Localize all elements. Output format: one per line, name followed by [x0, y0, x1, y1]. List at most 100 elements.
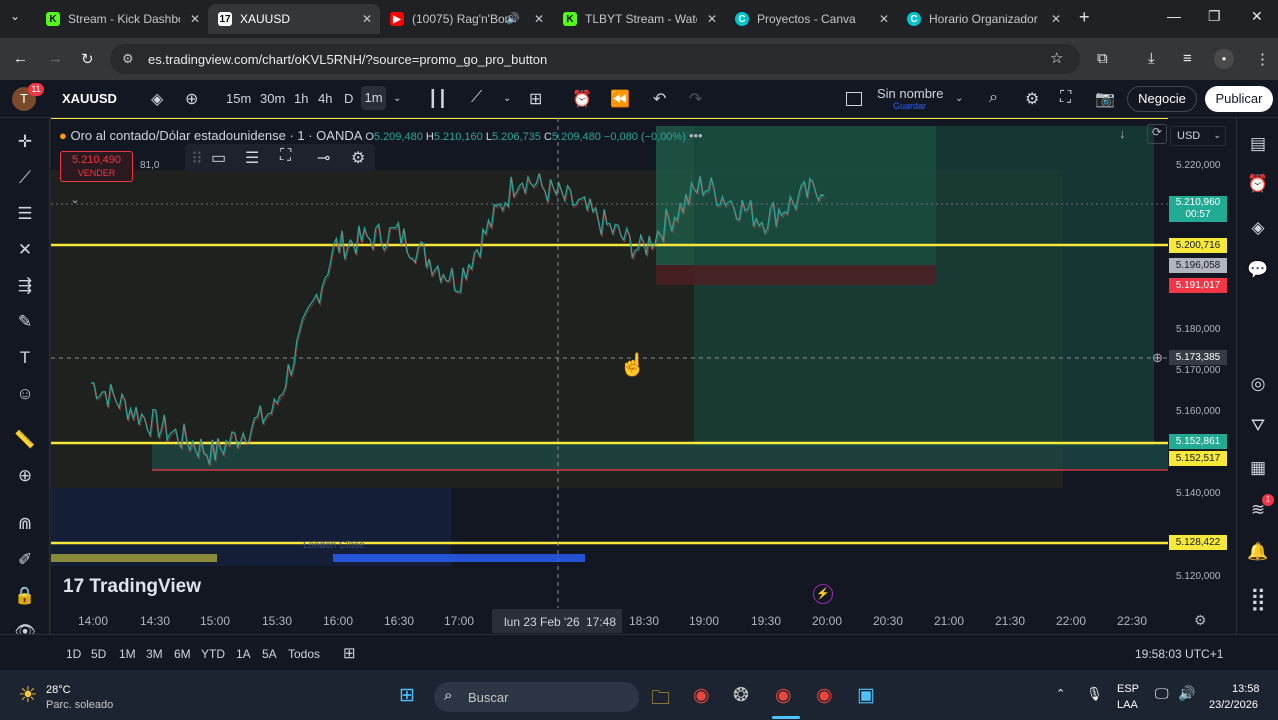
more-menu-icon[interactable]: ⋮ — [1255, 50, 1270, 68]
range-5d[interactable]: 5D — [91, 647, 106, 661]
minimize-icon[interactable]: — — [1167, 8, 1181, 24]
close-icon[interactable]: ✕ — [190, 12, 200, 26]
crosshair-icon[interactable]: ✛ — [13, 132, 37, 152]
add-symbol-icon[interactable]: ⊕ — [185, 89, 198, 109]
date-range-icon[interactable]: ⊞ — [343, 644, 356, 662]
timeframe-4h[interactable]: 4h — [318, 91, 332, 106]
comment-icon[interactable]: ▭ — [211, 148, 226, 168]
fullscreen-icon[interactable]: ⛶ — [1060, 89, 1071, 107]
chrome-profile-2-icon[interactable]: ◉ — [816, 684, 833, 707]
magnet-icon[interactable]: ⋒ — [13, 514, 37, 534]
omnibox[interactable]: ⚙ es.tradingview.com/chart/oKVL5RNH/?sou… — [110, 44, 1080, 74]
new-tab-icon[interactable]: + — [1079, 7, 1090, 28]
tray-chevron-icon[interactable]: ⌃ — [1056, 687, 1065, 700]
alerts-clock-icon[interactable]: ⏰ — [1246, 174, 1270, 194]
lock-icon[interactable]: 🔒 — [13, 586, 37, 606]
browser-tab-0[interactable]: K Stream - Kick Dashbo ✕ — [36, 4, 208, 34]
range-1a[interactable]: 1A — [236, 647, 251, 661]
settings-gear-icon[interactable]: ⚙ — [1025, 89, 1039, 109]
scroll-down-icon[interactable]: ↓ — [1119, 126, 1126, 141]
range-1m[interactable]: 1M — [119, 647, 136, 661]
close-icon[interactable]: ✕ — [707, 12, 717, 26]
publish-button[interactable]: Publicar — [1205, 86, 1273, 112]
ruler-icon[interactable]: 📏 — [13, 430, 37, 450]
timeframe-15m[interactable]: 15m — [226, 91, 251, 106]
range-6m[interactable]: 6M — [174, 647, 191, 661]
legend-title[interactable]: Oro al contado/Dólar estadounidense · 1 … — [70, 128, 361, 143]
lang-secondary[interactable]: LAA — [1117, 699, 1138, 711]
range-ytd[interactable]: YTD — [201, 647, 225, 661]
brush-icon[interactable]: ✎ — [13, 312, 37, 332]
target-icon[interactable]: ◎ — [1246, 374, 1270, 394]
list-icon[interactable]: ☰ — [245, 148, 259, 168]
fib-icon[interactable]: ☰ — [13, 204, 37, 224]
utc-clock[interactable]: 19:58:03 UTC+1 — [1135, 647, 1223, 661]
windows-start-icon[interactable]: ⊞ — [399, 684, 415, 707]
close-window-icon[interactable]: ✕ — [1251, 8, 1263, 25]
timeframe-1h[interactable]: 1h — [294, 91, 308, 106]
emoji-icon[interactable]: ☺ — [13, 384, 37, 404]
download-icon[interactable]: ⤓ — [1148, 50, 1155, 67]
layers-icon[interactable]: ◈ — [1246, 218, 1270, 238]
layout-grid-icon[interactable]: ⊞ — [529, 89, 542, 109]
pattern-icon[interactable]: ✕ — [13, 240, 37, 260]
file-explorer-icon[interactable]: 🗀 — [651, 684, 670, 716]
browser-tab-1[interactable]: 17 XAUUSD ✕ — [208, 4, 380, 34]
redo-icon[interactable]: ↷ — [689, 89, 702, 109]
notifications-bell-icon[interactable]: 🔔 — [1246, 542, 1270, 562]
close-icon[interactable]: ✕ — [1051, 12, 1061, 26]
close-icon[interactable]: ✕ — [879, 12, 889, 26]
prediction-icon[interactable]: ⇶ — [13, 276, 37, 296]
auto-scale-icon[interactable]: ⟳ — [1147, 124, 1167, 144]
restore-icon[interactable]: ❐ — [1208, 8, 1221, 25]
currency-selector[interactable]: USD ⌄ — [1170, 126, 1226, 146]
volume-icon[interactable]: 🔊 — [1178, 685, 1195, 702]
camera-icon[interactable]: 📷 — [1095, 89, 1115, 109]
calendar-icon[interactable]: ▦ — [1246, 458, 1270, 478]
browser-tab-3[interactable]: K TLBYT Stream - Watc ✕ — [553, 4, 725, 34]
symbol-search[interactable]: XAUUSD — [62, 91, 117, 106]
timeframe-30m[interactable]: 30m — [260, 91, 285, 106]
close-icon[interactable]: ✕ — [534, 12, 544, 26]
chrome-profile-icon[interactable]: ◉ — [775, 684, 792, 707]
taskbar-search[interactable]: ⌕ Buscar — [434, 682, 639, 712]
range-all[interactable]: Todos — [288, 647, 320, 661]
layout-checkbox-icon[interactable] — [846, 92, 862, 106]
range-5a[interactable]: 5A — [262, 647, 277, 661]
frame-icon[interactable]: ⛶ — [280, 147, 291, 165]
collapse-legend-icon[interactable]: ⌄ — [65, 193, 85, 209]
weather-desc[interactable]: Parc. soleado — [46, 699, 113, 711]
sell-button[interactable]: 5.210,490 VENDER — [60, 151, 133, 182]
timeframe-1m-active[interactable]: 1m — [361, 86, 386, 110]
browser-tab-2[interactable]: ▶ (10075) Rag'n'Bon 🔊 ✕ — [380, 4, 552, 34]
ideas-icon[interactable]: ⛛ — [1246, 416, 1270, 436]
microphone-icon[interactable]: 🎙 — [1086, 686, 1103, 702]
close-icon[interactable]: ✕ — [362, 12, 372, 26]
chrome-icon[interactable]: ◉ — [693, 684, 710, 707]
network-icon[interactable]: 🖵 — [1155, 685, 1169, 702]
app-icon[interactable]: ❂ — [733, 684, 749, 707]
drag-handle-icon[interactable]: ⠿ — [191, 149, 203, 169]
timeframe-d[interactable]: D — [344, 91, 353, 106]
range-1d[interactable]: 1D — [66, 647, 81, 661]
candles-icon[interactable]: ┃┃ — [428, 89, 447, 109]
text-icon[interactable]: T — [13, 348, 37, 368]
browser-tab-4[interactable]: C Proyectos - Canva ✕ — [725, 4, 897, 34]
reload-icon[interactable]: ↻ — [81, 50, 94, 68]
undo-icon[interactable]: ↶ — [653, 89, 666, 109]
search-icon[interactable]: ⌕ — [989, 89, 998, 107]
more-dots-icon[interactable]: ••• — [689, 128, 703, 143]
weather-temp[interactable]: 28°C — [46, 684, 71, 696]
alert-icon[interactable]: ⏰ — [572, 89, 592, 109]
add-alert-plus-icon[interactable]: ⊕ — [1152, 350, 1163, 366]
indicators-icon[interactable]: ⟋ — [471, 89, 482, 107]
profile-avatar[interactable]: ● — [1214, 49, 1234, 69]
range-3m[interactable]: 3M — [146, 647, 163, 661]
replay-icon[interactable]: ⏪ — [610, 89, 630, 109]
apps-grid-icon[interactable]: ⣿ — [1246, 586, 1270, 612]
chevron-down-icon[interactable]: ⌄ — [393, 93, 401, 104]
time-axis[interactable]: 14:00 14:30 15:00 15:30 16:00 16:30 17:0… — [51, 608, 1236, 634]
app-blue-icon[interactable]: ▣ — [857, 684, 875, 707]
trend-line-icon[interactable]: ⟋ — [13, 168, 37, 188]
chat-icon[interactable]: 💬 — [1246, 260, 1270, 280]
